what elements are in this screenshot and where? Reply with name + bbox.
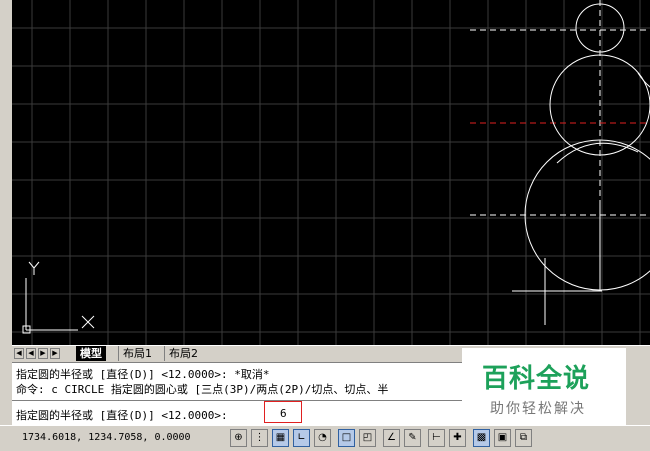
ucs-icon xyxy=(22,261,95,334)
dynamic-input-icon[interactable]: ✎ xyxy=(404,429,421,447)
polar-tracking-icon[interactable]: ◔ xyxy=(314,429,331,447)
coordinate-readout: 1734.6018, 1234.7058, 0.0000 xyxy=(22,432,191,443)
quick-properties-icon[interactable]: ▩ xyxy=(473,429,490,447)
dynamic-ucs-icon[interactable]: ∠ xyxy=(383,429,400,447)
infer-constraints-icon[interactable]: ⊕ xyxy=(230,429,247,447)
watermark-subtitle: 助你轻松解决 xyxy=(490,401,586,417)
ortho-mode-icon[interactable]: ∟ xyxy=(293,429,310,447)
nav-next-button[interactable]: ▶ xyxy=(38,348,48,359)
grid-display-icon[interactable]: ▦ xyxy=(272,429,289,447)
tab-model[interactable]: 模型 xyxy=(76,346,106,361)
input-highlight-box xyxy=(264,401,302,423)
object-snap-icon[interactable]: □ xyxy=(338,429,355,447)
annotation-monitor-icon[interactable]: ⧉ xyxy=(515,429,532,447)
center-lines xyxy=(470,0,650,216)
drawing-svg xyxy=(12,0,650,345)
tab-layout2[interactable]: 布局2 xyxy=(164,346,202,361)
transparency-icon[interactable]: ✚ xyxy=(449,429,466,447)
cad-window: ◀ ◀ ▶ ▶ 模型 布局1 布局2 指定圆的半径或 [直径(D)] <12.0… xyxy=(0,0,650,451)
snap-tracking-icon[interactable]: ◰ xyxy=(359,429,376,447)
watermark-title: 百科全说 xyxy=(482,364,591,394)
nav-first-button[interactable]: ◀ xyxy=(14,348,24,359)
tab-layout1[interactable]: 布局1 xyxy=(118,346,156,361)
command-separator xyxy=(12,400,462,401)
grid xyxy=(12,0,650,345)
command-prompt: 指定圆的半径或 [直径(D)] <12.0000>: xyxy=(16,409,228,422)
watermark: 百科全说 助你轻松解决 xyxy=(462,348,626,426)
command-window-handle[interactable] xyxy=(0,362,12,425)
right-gray-panel xyxy=(626,348,650,426)
status-bar: 1734.6018, 1234.7058, 0.0000 ⊕ ⋮ ▦ ∟ ◔ □… xyxy=(0,425,650,451)
command-history-line-2: 命令: c CIRCLE 指定圆的圆心或 [三点(3P)/两点(2P)/切点、切… xyxy=(16,383,389,396)
drawing-canvas[interactable] xyxy=(12,0,650,345)
lineweight-icon[interactable]: ⊢ xyxy=(428,429,445,447)
nav-prev-button[interactable]: ◀ xyxy=(26,348,36,359)
snap-mode-icon[interactable]: ⋮ xyxy=(251,429,268,447)
nav-last-button[interactable]: ▶ xyxy=(50,348,60,359)
geometry xyxy=(524,3,650,291)
command-history-line-1: 指定圆的半径或 [直径(D)] <12.0000>: *取消* xyxy=(16,368,270,381)
selection-cycling-icon[interactable]: ▣ xyxy=(494,429,511,447)
